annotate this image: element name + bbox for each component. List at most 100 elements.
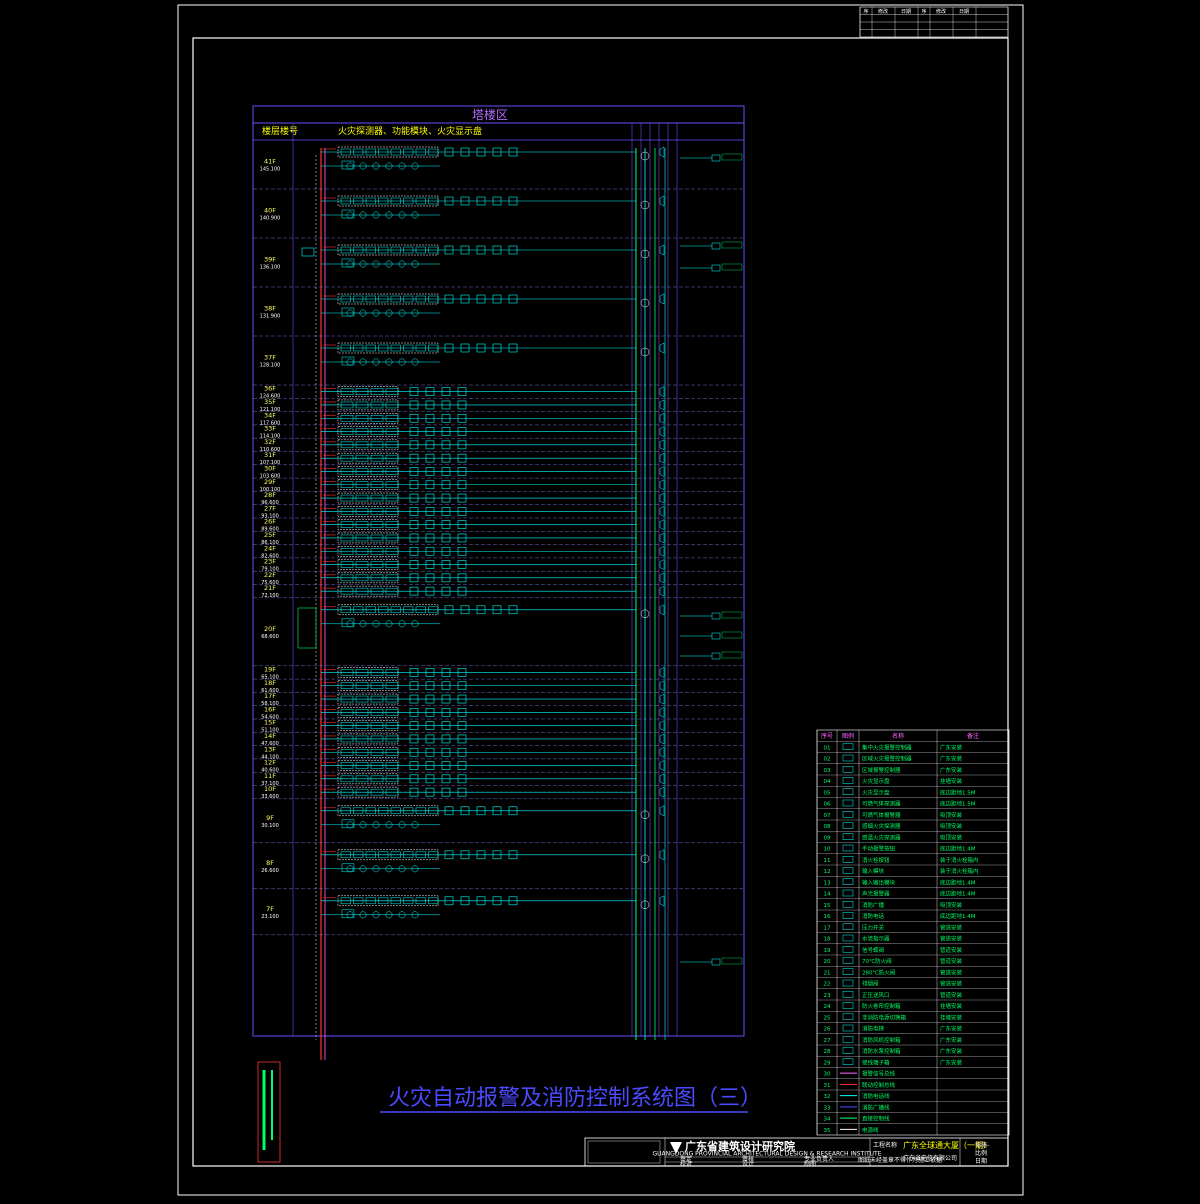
legend-header: 备注 — [967, 732, 979, 740]
legend-name: 70℃防火阀 — [862, 957, 892, 965]
floor-elevation: 128.100 — [260, 363, 281, 369]
linkage-box — [711, 958, 721, 966]
legend-name: 电源线 — [862, 1126, 879, 1134]
floor-label: 14F — [264, 732, 276, 740]
legend-number: 32 — [824, 1094, 831, 1100]
revision-header: 日期 — [959, 9, 969, 15]
legend-number: 07 — [824, 813, 831, 819]
speaker-symbol — [659, 452, 665, 464]
legend-name: 280℃防火阀 — [862, 968, 895, 976]
legend-name: 非消防电源切换箱 — [862, 1013, 907, 1021]
speaker-symbol — [659, 746, 665, 758]
legend-name: 声光报警器 — [862, 890, 890, 898]
legend-number: 01 — [824, 745, 831, 751]
legend-name: 接线端子箱 — [862, 1058, 890, 1066]
legend-symbol — [842, 957, 854, 964]
legend-name: 正压送风口 — [862, 991, 890, 999]
floor-elevation: 33.600 — [261, 794, 279, 800]
zone-label: 塔楼区 — [472, 107, 508, 122]
legend-number: 29 — [824, 1060, 831, 1066]
floor-display-panel — [301, 247, 315, 257]
legend-symbol — [842, 1036, 854, 1043]
legend-number: 11 — [824, 858, 831, 864]
linkage-label-box — [721, 611, 743, 619]
signature-role: 设计 — [742, 1160, 754, 1168]
speaker-symbol — [659, 773, 665, 785]
legend-name: 水流指示器 — [862, 935, 890, 943]
legend-name: 排烟阀 — [862, 980, 879, 988]
floor-label: 26F — [264, 518, 276, 526]
legend-note: 吸顶安装 — [940, 811, 963, 819]
legend-note: 吸顶安装 — [940, 901, 963, 909]
legend-number: 06 — [824, 802, 831, 808]
floor-label: 39F — [264, 256, 276, 264]
floor-label: 9F — [266, 814, 274, 822]
legend-name: 消防水泵控制箱 — [862, 1047, 901, 1055]
legend-note: 底边距地1.5M — [940, 788, 976, 796]
legend-number: 30 — [824, 1072, 831, 1078]
floor-label: 7F — [266, 905, 274, 913]
legend-note: 管道安装 — [940, 968, 963, 976]
legend-name: 可燃气体探测器 — [862, 800, 901, 808]
legend-number: 35 — [824, 1128, 831, 1134]
legend-symbol — [842, 844, 854, 852]
legend-note: 挂墙安装 — [940, 777, 963, 785]
legend-note: 装于消火栓箱内 — [940, 867, 979, 875]
floor-label: 41F — [264, 158, 276, 166]
revision-header: 序 — [863, 8, 868, 15]
signature-role: 校对 — [680, 1160, 692, 1168]
floor-label: 15F — [264, 719, 276, 727]
floor-elevation: 131.900 — [260, 314, 281, 320]
legend-number: 18 — [824, 937, 831, 943]
stamp-box — [587, 1140, 661, 1164]
legend-note: 广东安装 — [940, 1036, 963, 1044]
speaker-symbol — [659, 786, 665, 798]
legend-note: 广东安装 — [940, 1025, 963, 1033]
display-panel-symbol — [341, 819, 355, 829]
revision-header: 修改 — [936, 8, 946, 15]
floor-label: 10F — [264, 785, 276, 793]
floor-label: 20F — [264, 625, 276, 633]
speaker-symbol — [659, 532, 665, 544]
legend-name: 区域火灾报警控制器 — [862, 755, 912, 763]
legend-symbol — [842, 901, 854, 908]
legend-number: 25 — [824, 1015, 831, 1021]
speaker-symbol — [659, 195, 665, 207]
legend-header: 图例 — [842, 732, 854, 740]
legend-note: 吸顶安装 — [940, 833, 963, 841]
display-panel-symbol — [341, 909, 355, 919]
legend-symbol — [842, 1024, 854, 1032]
legend-name: 消防风机控制箱 — [862, 1036, 901, 1044]
speaker-symbol — [659, 146, 665, 158]
legend-symbol — [842, 1058, 854, 1065]
legend-name: 输入模块 — [862, 867, 885, 875]
legend-note: 广东安装 — [940, 743, 963, 751]
fire-alarm-system-diagram: 序修改 日期序修改 日期 塔楼区 楼层楼号 火灾探测器、功能模块、火灾显示盘 41F… — [177, 4, 1024, 1196]
floor-label: 19F — [264, 665, 276, 673]
speaker-symbol — [659, 342, 665, 354]
speaker-symbol — [659, 604, 665, 616]
legend-number: 16 — [824, 914, 831, 920]
floor-label: 12F — [264, 759, 276, 767]
legend-note: 装于消火栓箱内 — [940, 856, 979, 864]
cad-drawing-sheet: 序修改 日期序修改 日期 塔楼区 楼层楼号 火灾探测器、功能模块、火灾显示盘 41F… — [0, 0, 1200, 1200]
legend-name: 压力开关 — [862, 923, 885, 931]
legend-table: 序号 图例 名称 备注01 集中火灾报警控制器 广东安装02 区域火灾报警控制器 广东安装03… — [816, 729, 1010, 1136]
legend-name: 区域报警控制器 — [862, 766, 901, 774]
speaker-symbol — [659, 519, 665, 531]
legend-note: 广东安装 — [940, 1058, 963, 1066]
legend-name: 消防电话 — [862, 912, 885, 920]
legend-name: 消防广播 — [862, 901, 885, 909]
legend-symbol — [842, 979, 854, 987]
speaker-symbol — [659, 466, 665, 477]
legend-number: 03 — [824, 768, 831, 774]
legend-number: 12 — [824, 869, 831, 875]
speaker-symbol — [659, 720, 665, 732]
legend-name: 火灾显示盘 — [862, 777, 890, 785]
speaker-symbol — [659, 733, 665, 745]
floor-elevation: 136.100 — [260, 265, 281, 271]
linkage-box — [711, 632, 721, 640]
revision-header: 修改 — [878, 8, 888, 15]
legend-symbol — [842, 991, 854, 998]
speaker-symbol — [659, 399, 665, 411]
